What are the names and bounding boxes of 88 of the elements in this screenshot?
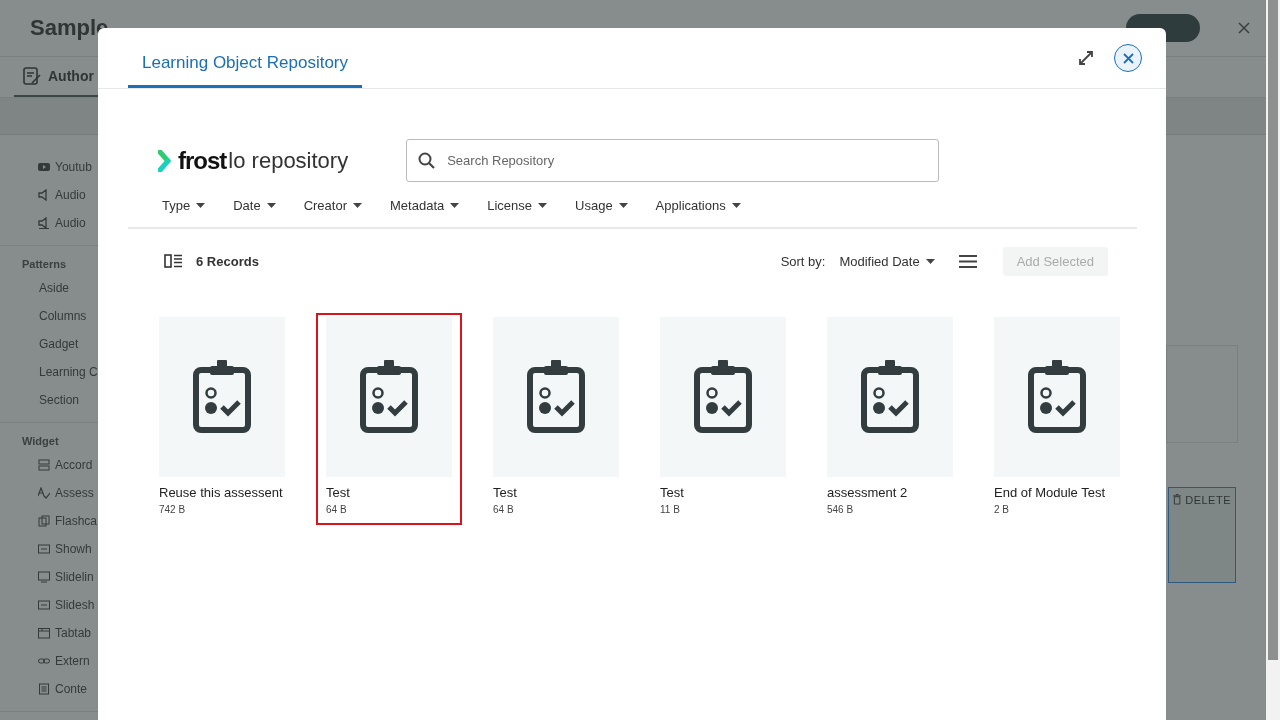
filter-dropdown[interactable]: License	[487, 198, 548, 213]
caret-icon	[196, 203, 206, 208]
sidebar-item[interactable]: Audio	[0, 209, 98, 237]
video-icon	[38, 161, 50, 173]
close-icon	[1122, 52, 1134, 64]
sidebar-item[interactable]: Aside	[0, 274, 98, 302]
sidebar-item[interactable]: Conte	[0, 675, 98, 703]
item-name: End of Module Test	[994, 485, 1107, 500]
delete-button[interactable]: DELETE	[1168, 487, 1236, 583]
filter-dropdown[interactable]: Creator	[303, 198, 362, 213]
sidebar-item[interactable]: Gadget	[0, 330, 98, 358]
dialog-tab[interactable]: Learning Object Repository	[128, 28, 362, 88]
item-size: 742 B	[159, 504, 187, 515]
tabs-icon	[38, 627, 50, 639]
close-button[interactable]	[1114, 44, 1142, 72]
caret-icon	[266, 203, 276, 208]
sidebar-item[interactable]: Columns	[0, 302, 98, 330]
sidebar-item[interactable]: Accord	[0, 451, 98, 479]
accordion-icon	[38, 459, 50, 471]
item-size: 546 B	[827, 504, 855, 515]
item-name: Reuse this assessent	[159, 485, 284, 500]
repository-item-card[interactable]: Test 11 B	[650, 313, 796, 525]
caret-icon	[538, 203, 548, 208]
sidebar-item[interactable]: Section	[0, 386, 98, 414]
search-field[interactable]: Search Repository	[406, 139, 940, 182]
repository-item-card[interactable]: Reuse this assessent 742 B	[149, 313, 295, 525]
document-icon	[38, 683, 50, 695]
caret-icon	[618, 203, 628, 208]
clipboard-checklist-icon	[693, 360, 753, 434]
repository-item-card[interactable]: Test 64 B	[316, 313, 462, 525]
scrollbar[interactable]	[1266, 0, 1280, 720]
repository-item-card[interactable]: assessment 2 546 B	[817, 313, 963, 525]
sidebar-toggle-icon[interactable]	[164, 254, 182, 268]
caret-icon	[353, 203, 362, 208]
record-count: 6 Records	[196, 253, 260, 269]
sort-label: Sort by:	[780, 253, 826, 269]
cards-icon	[38, 515, 50, 527]
item-name: Test	[326, 485, 351, 500]
item-name: Test	[493, 485, 518, 500]
caret-icon	[925, 258, 935, 264]
repository-item-card[interactable]: End of Module Test 2 B	[984, 313, 1130, 525]
repository-item-card[interactable]: Test 64 B	[483, 313, 629, 525]
item-size: 64 B	[326, 504, 348, 515]
filter-dropdown[interactable]: Metadata	[390, 198, 460, 213]
search-icon	[418, 152, 436, 169]
sidebar-item[interactable]: Youtub	[0, 153, 98, 181]
clipboard-checklist-icon	[860, 360, 920, 434]
sidebar-item[interactable]: Learning C	[0, 358, 98, 386]
filter-dropdown[interactable]: Applications	[655, 198, 741, 213]
sidebar-item[interactable]: Tabtab	[0, 619, 98, 647]
trash-icon	[1173, 494, 1182, 505]
sidebar-item[interactable]: Slidesh	[0, 591, 98, 619]
spellcheck-icon	[38, 487, 50, 499]
expand-icon[interactable]	[1078, 50, 1094, 66]
sidebar-item[interactable]: Extern	[0, 647, 98, 675]
filter-dropdown[interactable]: Type	[162, 198, 206, 213]
brand-name: frost	[178, 146, 227, 175]
item-name: Test	[660, 485, 685, 500]
sidebar-item[interactable]: Flashca	[0, 507, 98, 535]
speaker-icon	[38, 189, 50, 201]
clipboard-checklist-icon	[359, 360, 419, 434]
filter-dropdown[interactable]: Date	[233, 198, 276, 213]
item-size: 2 B	[994, 504, 1010, 515]
close-icon[interactable]	[1238, 22, 1250, 35]
item-size: 11 B	[660, 504, 681, 515]
sidebar-heading: Patterns	[21, 257, 68, 272]
caret-icon	[731, 203, 741, 208]
item-name: assessment 2	[827, 485, 909, 500]
caret-icon	[450, 203, 460, 208]
sidebar-item[interactable]: Assess	[0, 479, 98, 507]
sort-dropdown[interactable]: Modified Date	[839, 253, 935, 269]
sidebar-item[interactable]: Audio	[0, 181, 98, 209]
link-icon	[38, 655, 50, 667]
clipboard-checklist-icon	[192, 360, 252, 434]
item-size: 64 B	[493, 504, 515, 515]
edit-icon	[22, 66, 42, 87]
filter-dropdown[interactable]: Usage	[575, 198, 628, 213]
menu-icon[interactable]	[958, 254, 977, 268]
product-name: lo repository	[228, 147, 349, 174]
clipboard-checklist-icon	[526, 360, 586, 434]
speaker-icon	[38, 217, 50, 229]
panel-icon	[38, 543, 50, 555]
sidebar-heading: Widget	[21, 434, 60, 449]
sidebar-item[interactable]: Showh	[0, 535, 98, 563]
sidebar-item[interactable]: Slidelin	[0, 563, 98, 591]
monitor-icon	[38, 571, 50, 583]
panel-icon	[38, 599, 50, 611]
clipboard-checklist-icon	[1027, 360, 1087, 434]
